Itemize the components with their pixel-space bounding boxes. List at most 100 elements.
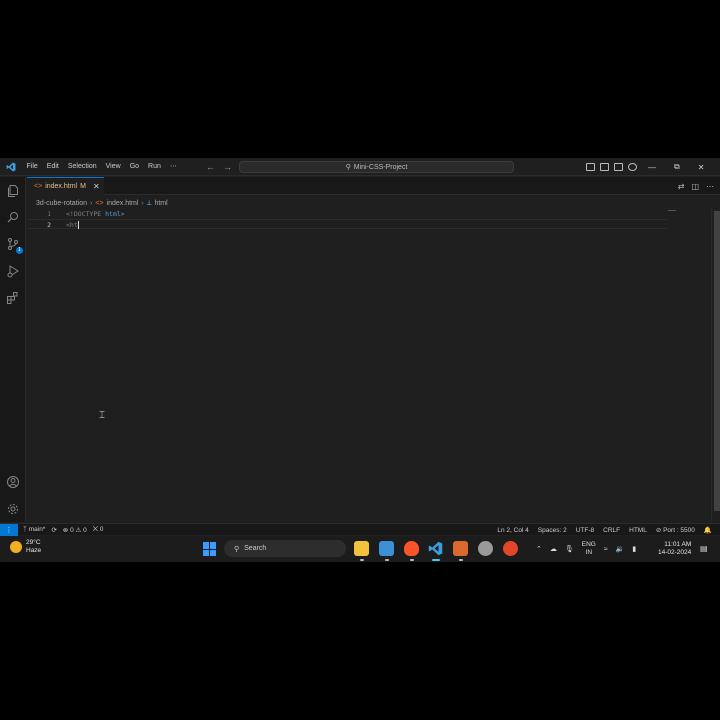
notification-icon[interactable]: ▤ [700,544,708,553]
scrollbar-thumb[interactable] [714,211,720,511]
weather-temp: 29°C [26,539,41,546]
taskbar-search[interactable]: ⚲ Search [224,540,346,557]
vscode-logo-icon [0,158,22,176]
system-tray: ⌃ ☁ 🎙 ENG IN ≈ 🔉 ▮ [536,536,636,562]
tab-label: index.html [45,183,78,190]
minimize-button[interactable]: — [648,163,656,172]
error-count: 0 [70,526,74,534]
battery-icon[interactable]: ▮ [632,545,636,553]
cursor-position[interactable]: Ln 2, Col 4 [497,527,528,534]
menu-go[interactable]: Go [125,158,143,176]
menu-more[interactable]: ⋯ [165,158,181,176]
file-explorer-icon[interactable] [354,541,369,556]
accounts-icon[interactable] [6,475,20,489]
close-window-button[interactable]: ✕ [698,163,705,172]
language-indicator[interactable]: ENG IN [582,541,596,557]
search-view-icon[interactable] [6,210,20,224]
vscode-taskbar-icon[interactable] [428,541,443,556]
editor-scrollbar[interactable] [711,209,720,522]
code-line: 1 <!DOCTYPE html> [27,209,667,219]
nav-arrows: ← → [206,158,232,176]
app-indicator [385,559,389,561]
sync-icon[interactable]: ⟳ [51,526,56,534]
ports-item[interactable]: ⨉ 0 [93,526,104,534]
toggle-secondary-sidebar-icon[interactable] [614,163,623,171]
remote-indicator-icon[interactable]: ⋮ [0,523,18,536]
windows-taskbar: 29°C Haze ⚲ Search ⌃ ☁ 🎙 ENG IN ≈ 🔉 ▮ 11… [0,536,720,562]
branch-item[interactable]: ᛉ main* [23,526,45,533]
layout-controls [586,158,637,176]
status-bar: ⋮ ᛉ main* ⟳ ⊗ 0 ⚠ 0 ⨉ 0 Ln 2, Col 4 Spac… [0,523,720,536]
more-actions-icon[interactable]: ⋯ [706,182,714,191]
postman-icon[interactable] [503,541,518,556]
status-left: ᛉ main* ⟳ ⊗ 0 ⚠ 0 ⨉ 0 [18,526,103,534]
source-control-badge: 1 [16,247,23,254]
minimap[interactable] [668,210,676,211]
search-icon: ⚲ [345,164,351,171]
microphone-icon[interactable]: 🎙 [565,545,574,553]
split-editor-icon[interactable]: ◫ [691,182,699,191]
language-mode[interactable]: HTML [629,527,647,534]
menu-edit[interactable]: Edit [42,158,63,176]
title-bar: File Edit Selection View Go Run ⋯ ← → ⚲ … [0,158,720,176]
command-center[interactable]: ⚲ Mini-CSS-Project [239,161,514,173]
extensions-icon[interactable] [6,291,20,305]
open-changes-icon[interactable]: ⇄ [678,182,685,191]
customize-layout-icon[interactable] [628,163,637,171]
source-control-icon[interactable]: 1 [6,237,23,254]
app-active-indicator [432,559,440,561]
tab-index-html[interactable]: <> index.html M ✕ [27,177,104,195]
app-indicator [459,559,463,561]
menu-bar: File Edit Selection View Go Run ⋯ [22,158,181,176]
toggle-panel-icon[interactable] [600,163,609,171]
restore-button[interactable]: ⧉ [674,162,680,172]
tab-close-icon[interactable]: ✕ [93,182,100,191]
breadcrumb: 3d-cube-rotation › <> index.html › ⟂ htm… [36,198,168,209]
menu-run[interactable]: Run [144,158,166,176]
typed-token: <ht [66,221,78,229]
mouse-ibeam-cursor: ⌶ [99,410,105,421]
wifi-icon[interactable]: ≈ [604,546,608,553]
status-right: Ln 2, Col 4 Spaces: 2 UTF-8 CRLF HTML ⊘ … [497,524,712,536]
taskbar-search-placeholder: Search [244,545,267,552]
chevron-up-icon[interactable]: ⌃ [536,545,542,553]
notepad-icon[interactable] [379,541,394,556]
menu-view[interactable]: View [101,158,125,176]
weather-widget[interactable]: 29°C Haze [10,539,41,555]
command-center-label: Mini-CSS-Project [353,163,408,171]
run-debug-icon[interactable] [6,264,20,278]
windows-start-icon[interactable] [203,542,217,556]
explorer-icon[interactable] [6,184,20,198]
weather-condition: Haze [26,547,42,554]
recorder-app-icon[interactable] [453,541,468,556]
search-icon: ⚲ [234,545,240,553]
breadcrumb-folder[interactable]: 3d-cube-rotation [36,200,87,207]
code-editor[interactable]: 1 <!DOCTYPE html> 2 <ht [27,209,711,522]
screen: File Edit Selection View Go Run ⋯ ← → ⚲ … [0,158,720,562]
line-code: <!DOCTYPE html> [66,209,125,219]
forward-arrow-icon[interactable]: → [223,162,232,172]
code-line-current: 2 <ht [27,219,667,229]
volume-icon[interactable]: 🔉 [616,545,625,553]
onedrive-cloud-icon[interactable]: ☁ [550,545,557,553]
encoding[interactable]: UTF-8 [576,527,594,534]
breadcrumb-symbol[interactable]: html [154,200,167,207]
github-desktop-icon[interactable] [478,541,493,556]
lang-code: ENG [581,541,596,548]
html-file-icon: <> [34,183,43,190]
bell-icon[interactable]: 🔔 [704,526,712,534]
html-file-icon: <> [95,200,104,207]
problems-item[interactable]: ⊗ 0 ⚠ 0 [63,526,87,534]
brave-browser-icon[interactable] [404,541,419,556]
gear-icon[interactable] [6,502,20,516]
taskbar-clock[interactable]: 11:01 AM 14-02-2024 [658,541,691,557]
menu-file[interactable]: File [22,158,42,176]
menu-selection[interactable]: Selection [63,158,101,176]
indentation[interactable]: Spaces: 2 [538,527,567,534]
breadcrumb-file[interactable]: index.html [107,200,139,207]
line-ending[interactable]: CRLF [603,527,620,534]
text-caret [77,221,79,229]
back-arrow-icon[interactable]: ← [206,162,215,172]
live-server-item[interactable]: ⊘ Port : 5500 [656,526,695,534]
toggle-primary-sidebar-icon[interactable] [586,163,595,171]
